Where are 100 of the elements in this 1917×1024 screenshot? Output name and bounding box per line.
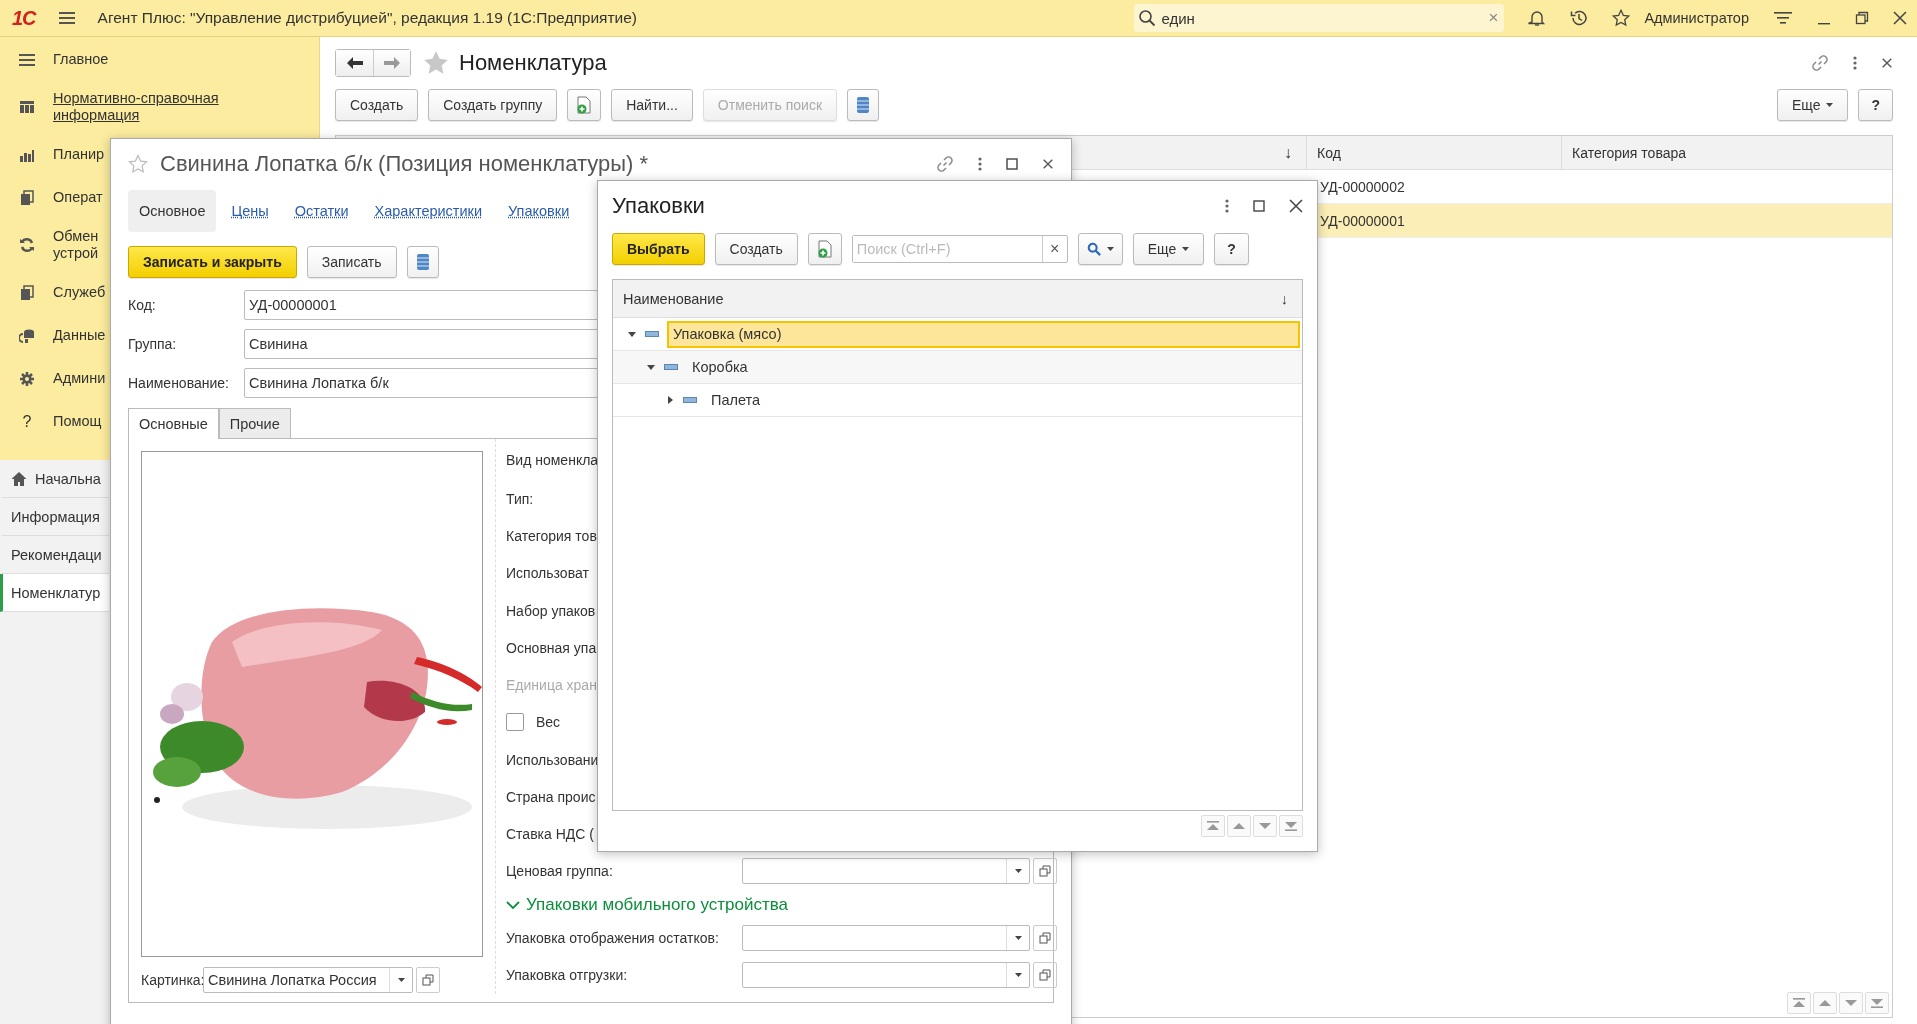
tab[interactable]: Основные: [128, 408, 219, 439]
tab[interactable]: Цены: [220, 190, 280, 232]
field-label: Единица хран: [506, 677, 597, 694]
history-icon[interactable]: [1570, 9, 1589, 27]
open-button[interactable]: [1033, 925, 1057, 952]
open-window-icon: [1039, 865, 1051, 878]
sidebar-item[interactable]: Данные: [53, 327, 106, 344]
last-page-icon[interactable]: [1279, 815, 1303, 837]
more-icon[interactable]: [1853, 56, 1857, 70]
dropdown-field[interactable]: Свинина Лопатка Россия: [203, 967, 413, 994]
open-button[interactable]: [416, 967, 440, 994]
first-page-icon[interactable]: [1787, 992, 1811, 1014]
tree-item[interactable]: Палета: [705, 386, 767, 414]
sidebar-item[interactable]: Помощ: [53, 413, 102, 430]
toolbar-button[interactable]: Создать: [335, 89, 419, 121]
tree-item[interactable]: Коробка: [686, 353, 754, 381]
link-icon[interactable]: [1811, 54, 1829, 72]
more-icon[interactable]: [978, 157, 982, 171]
column-header[interactable]: Наименование: [623, 290, 724, 307]
sort-mark[interactable]: ↓: [1280, 290, 1288, 307]
down-icon[interactable]: [1253, 815, 1277, 837]
collapse-arrow-icon[interactable]: [627, 329, 637, 339]
up-icon[interactable]: [1813, 992, 1837, 1014]
expand-arrow-icon[interactable]: [665, 395, 675, 405]
menu-icon[interactable]: [57, 10, 76, 26]
sidebar-item[interactable]: Служеб: [53, 284, 106, 301]
help-button[interactable]: ?: [1214, 233, 1249, 265]
search-field[interactable]: Поиск (Ctrl+F) ×: [851, 235, 1068, 263]
help-button[interactable]: ?: [1858, 89, 1893, 121]
toolbar-button[interactable]: Найти...: [611, 89, 693, 121]
more-icon[interactable]: [1225, 199, 1229, 213]
tab[interactable]: Упаковки: [497, 190, 581, 232]
sidebar-item[interactable]: Операт: [53, 189, 103, 206]
search-field[interactable]: един ×: [1134, 4, 1505, 32]
checkbox[interactable]: [506, 713, 524, 732]
more-button[interactable]: Еще: [1776, 89, 1849, 121]
back-button[interactable]: [336, 50, 373, 76]
navigation-item[interactable]: Начальна: [0, 460, 109, 498]
open-button[interactable]: [1033, 962, 1057, 989]
toolbar-button[interactable]: Создать группу: [428, 89, 558, 121]
restore-icon[interactable]: [1855, 11, 1869, 25]
close-icon[interactable]: [1881, 57, 1893, 69]
navigation-item[interactable]: Информация: [0, 498, 109, 536]
dropdown-field[interactable]: [742, 962, 1030, 989]
star-icon[interactable]: [423, 50, 449, 76]
open-window-icon: [1039, 932, 1051, 945]
section-header[interactable]: Упаковки мобильного устройства: [506, 890, 1057, 920]
select-button[interactable]: Выбрать: [612, 233, 705, 265]
tree-item[interactable]: Упаковка (мясо): [667, 320, 1300, 348]
star-icon[interactable]: [128, 154, 148, 174]
dropdown-field[interactable]: [742, 925, 1030, 952]
save-button[interactable]: Записать: [306, 246, 397, 278]
column-header[interactable]: Категория товара: [1572, 144, 1687, 161]
maximize-icon[interactable]: [1006, 158, 1018, 170]
list-button[interactable]: [406, 246, 439, 278]
sidebar-item[interactable]: Админи: [53, 370, 106, 387]
caret-icon: [397, 978, 405, 983]
sidebar-item[interactable]: Главное: [53, 51, 109, 68]
navigation-item[interactable]: Номенклатур: [0, 574, 109, 612]
documents-icon: [18, 189, 36, 206]
close-icon[interactable]: [1289, 199, 1303, 213]
search-button[interactable]: [1077, 233, 1123, 265]
sidebar-item[interactable]: Планир: [53, 146, 105, 163]
tab[interactable]: Характеристики: [363, 190, 494, 232]
open-button[interactable]: [1033, 858, 1057, 885]
close-icon[interactable]: [1893, 11, 1907, 25]
dropdown-field[interactable]: [742, 858, 1030, 885]
field-label: Наименование:: [128, 375, 230, 391]
back-arrow-icon: [345, 56, 364, 70]
documents-icon: [18, 284, 36, 301]
maximize-icon[interactable]: [1253, 200, 1265, 212]
column-header[interactable]: Код: [1317, 144, 1341, 161]
bell-icon[interactable]: [1528, 9, 1547, 27]
list-button[interactable]: [847, 89, 880, 121]
sidebar-item[interactable]: Обмен устрой: [53, 228, 99, 262]
up-icon[interactable]: [1227, 815, 1251, 837]
add-button[interactable]: [807, 233, 842, 265]
create-button[interactable]: Создать: [714, 233, 798, 265]
close-icon[interactable]: [1042, 158, 1054, 170]
first-page-icon[interactable]: [1201, 815, 1225, 837]
checkbox-label[interactable]: Вес: [536, 714, 561, 731]
sort-mark[interactable]: ↓: [1284, 143, 1292, 162]
filter-icon[interactable]: [1773, 10, 1793, 26]
tab[interactable]: Остатки: [283, 190, 360, 232]
tab[interactable]: Основное: [128, 190, 217, 232]
down-icon[interactable]: [1839, 992, 1863, 1014]
table-cell: УД-00000001: [1320, 212, 1405, 229]
save-and-close-button[interactable]: Записать и закрыть: [128, 246, 297, 278]
clear-button[interactable]: ×: [1041, 236, 1067, 262]
last-page-icon[interactable]: [1865, 992, 1889, 1014]
user-name[interactable]: Администратор: [1644, 10, 1749, 26]
tab[interactable]: Прочие: [218, 408, 291, 438]
more-button[interactable]: Еще: [1132, 233, 1205, 265]
home-icon: [11, 470, 27, 487]
link-icon[interactable]: [936, 155, 954, 173]
field-label: Упаковка отображения остатков:: [506, 930, 720, 947]
sidebar-item[interactable]: Нормативно-справочная информация: [53, 90, 219, 124]
add-button[interactable]: [567, 89, 602, 121]
collapse-arrow-icon[interactable]: [646, 362, 656, 372]
star-icon[interactable]: [1612, 9, 1631, 27]
